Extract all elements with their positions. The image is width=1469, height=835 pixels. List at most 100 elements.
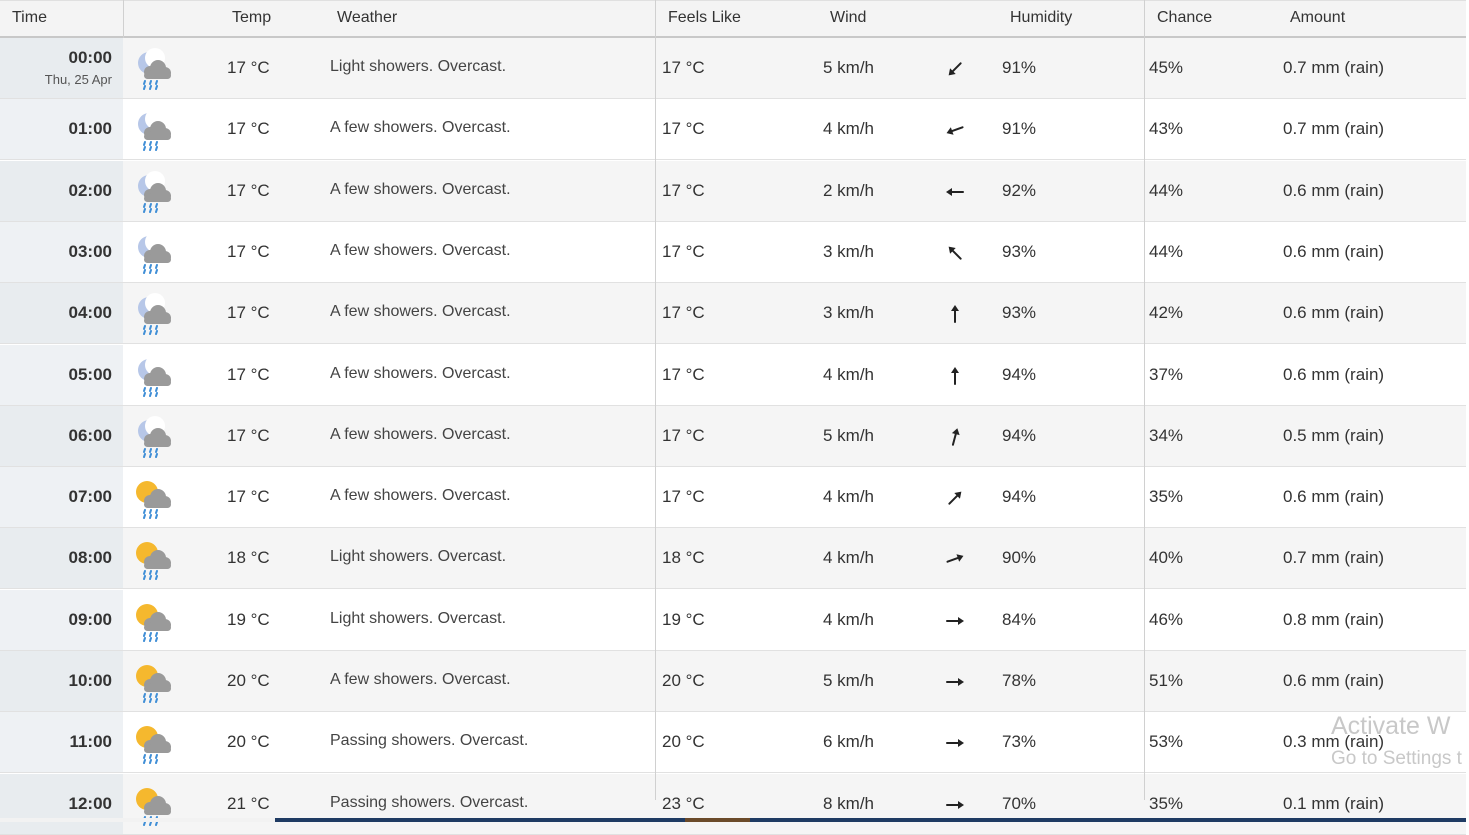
time-cell: 06:00 bbox=[0, 405, 123, 466]
time-cell: 05:00 bbox=[0, 344, 123, 405]
humidity: 94% bbox=[1002, 364, 1037, 384]
sun-cloud-rain-icon bbox=[133, 661, 175, 703]
activate-windows-settings-hint: Go to Settings t bbox=[1331, 748, 1462, 769]
hour-label: 03:00 bbox=[68, 241, 112, 261]
temperature: 17 °C bbox=[227, 364, 270, 384]
humidity: 84% bbox=[1002, 609, 1037, 629]
weather-description: A few showers. Overcast. bbox=[330, 671, 511, 688]
moon-cloud-rain-icon bbox=[133, 231, 175, 274]
hour-label: 10:00 bbox=[68, 671, 112, 690]
temperature: 20 °C bbox=[227, 671, 270, 690]
weather-description: Light showers. Overcast. bbox=[330, 609, 507, 627]
header-time[interactable]: Time bbox=[12, 9, 47, 27]
temperature: 18 °C bbox=[227, 548, 270, 568]
table-row: 01:00 17 °C A few showers. Overcast. 17 … bbox=[0, 99, 1466, 161]
weather-description: A few showers. Overcast. bbox=[330, 119, 511, 137]
west-arrow-icon bbox=[944, 181, 966, 203]
feels-like: 18 °C bbox=[662, 548, 705, 568]
north-east-arrow-icon bbox=[944, 487, 966, 509]
weather-description: Passing showers. Overcast. bbox=[330, 732, 529, 750]
humidity: 93% bbox=[1002, 303, 1037, 323]
chance-of-rain: 44% bbox=[1149, 241, 1184, 261]
north-north-east-arrow-icon bbox=[944, 426, 966, 448]
humidity: 91% bbox=[1002, 58, 1037, 77]
temperature: 17 °C bbox=[227, 425, 270, 445]
chance-of-rain: 37% bbox=[1149, 364, 1184, 384]
north-arrow-icon bbox=[944, 365, 966, 387]
wind-speed: 4 km/h bbox=[823, 487, 875, 507]
sun-cloud-rain-icon bbox=[133, 600, 175, 642]
sun-cloud-rain-icon bbox=[133, 722, 175, 765]
chance-of-rain: 51% bbox=[1149, 671, 1184, 690]
header-chance[interactable]: Chance bbox=[1157, 9, 1212, 27]
moon-cloud-rain-icon bbox=[133, 354, 175, 397]
feels-like: 17 °C bbox=[662, 303, 705, 323]
table-row: 05:00 17 °C A few showers. Overcast. 17 … bbox=[0, 344, 1466, 406]
taskbar-edge bbox=[275, 818, 1469, 822]
wind-speed: 5 km/h bbox=[823, 425, 875, 445]
header-temp[interactable]: Temp bbox=[232, 9, 271, 27]
feels-like: 20 °C bbox=[662, 732, 705, 752]
temperature: 17 °C bbox=[227, 487, 270, 507]
hour-label: 02:00 bbox=[68, 180, 112, 200]
wind-speed: 6 km/h bbox=[823, 732, 875, 752]
header-feels-like[interactable]: Feels Like bbox=[668, 9, 741, 27]
temperature: 17 °C bbox=[227, 303, 270, 323]
rain-amount: 0.6 mm (rain) bbox=[1283, 487, 1385, 507]
chance-of-rain: 43% bbox=[1149, 119, 1184, 139]
hour-label: 11:00 bbox=[69, 732, 112, 752]
table-row: 00:00 Thu, 25 Apr 17 °C Light showers. O… bbox=[0, 38, 1466, 99]
rain-amount: 0.1 mm (rain) bbox=[1283, 793, 1385, 813]
time-cell: 09:00 bbox=[0, 589, 123, 650]
west-south-west-arrow-icon bbox=[944, 119, 966, 141]
east-north-east-arrow-icon bbox=[944, 548, 966, 570]
humidity: 94% bbox=[1002, 487, 1037, 507]
table-row: 10:00 20 °C A few showers. Overcast. 20 … bbox=[0, 651, 1466, 712]
rain-amount: 0.8 mm (rain) bbox=[1283, 609, 1385, 629]
hour-label: 01:00 bbox=[68, 119, 112, 139]
weather-description: Light showers. Overcast. bbox=[330, 548, 507, 566]
temperature: 20 °C bbox=[227, 732, 270, 752]
time-cell: 11:00 bbox=[0, 712, 123, 773]
header-amount[interactable]: Amount bbox=[1290, 9, 1345, 27]
time-cell: 02:00 bbox=[0, 160, 123, 221]
chance-of-rain: 44% bbox=[1149, 180, 1184, 200]
hour-label: 12:00 bbox=[68, 793, 112, 813]
chance-of-rain: 40% bbox=[1149, 548, 1184, 568]
chance-of-rain: 46% bbox=[1149, 609, 1184, 629]
weather-description: A few showers. Overcast. bbox=[330, 364, 511, 382]
column-divider bbox=[1144, 0, 1145, 800]
temperature: 21 °C bbox=[227, 793, 270, 813]
feels-like: 17 °C bbox=[662, 425, 705, 445]
rain-amount: 0.6 mm (rain) bbox=[1283, 180, 1385, 200]
date-label: Thu, 25 Apr bbox=[44, 72, 112, 87]
rain-amount: 0.7 mm (rain) bbox=[1283, 119, 1385, 139]
taskbar-edge bbox=[0, 818, 275, 822]
header-humidity[interactable]: Humidity bbox=[1010, 9, 1072, 27]
table-row: 09:00 19 °C Light showers. Overcast. 19 … bbox=[0, 589, 1466, 651]
feels-like: 17 °C bbox=[662, 58, 705, 77]
weather-description: Light showers. Overcast. bbox=[330, 58, 507, 75]
taskbar-edge bbox=[685, 818, 750, 822]
weather-description: A few showers. Overcast. bbox=[330, 425, 511, 443]
wind-speed: 4 km/h bbox=[823, 364, 875, 384]
column-divider bbox=[123, 0, 124, 38]
feels-like: 23 °C bbox=[662, 793, 705, 813]
chance-of-rain: 35% bbox=[1149, 487, 1184, 507]
hour-label: 04:00 bbox=[68, 303, 112, 323]
table-row: 12:00 21 °C Passing showers. Overcast. 2… bbox=[0, 773, 1466, 835]
chance-of-rain: 35% bbox=[1149, 793, 1184, 813]
header-weather[interactable]: Weather bbox=[337, 9, 397, 27]
header-wind[interactable]: Wind bbox=[830, 9, 866, 27]
rain-amount: 0.6 mm (rain) bbox=[1283, 671, 1385, 690]
temperature: 17 °C bbox=[227, 119, 270, 139]
time-cell: 03:00 bbox=[0, 221, 123, 282]
wind-speed: 8 km/h bbox=[823, 793, 875, 813]
hour-label: 08:00 bbox=[68, 548, 112, 568]
weather-description: Passing showers. Overcast. bbox=[330, 793, 529, 811]
table-row: 04:00 17 °C A few showers. Overcast. 17 … bbox=[0, 283, 1466, 345]
hour-label: 00:00 bbox=[68, 48, 112, 67]
humidity: 91% bbox=[1002, 119, 1037, 139]
wind-speed: 3 km/h bbox=[823, 303, 875, 323]
table-row: 08:00 18 °C Light showers. Overcast. 18 … bbox=[0, 528, 1466, 590]
